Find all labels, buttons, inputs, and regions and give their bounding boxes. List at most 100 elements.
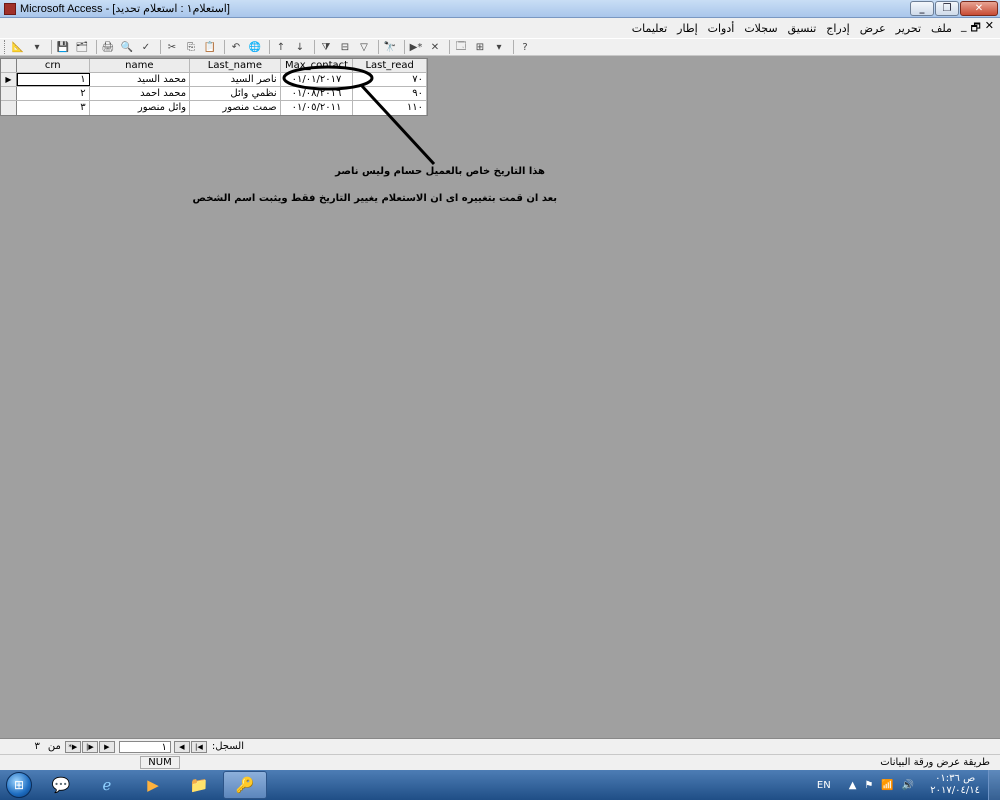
last-record-button[interactable]: ▶| [81, 740, 98, 753]
search-file-icon[interactable]: 🗂 [74, 40, 90, 54]
column-header-name[interactable]: name [90, 59, 191, 72]
start-button[interactable]: ⊞ [0, 770, 38, 800]
dropdown-arrow-icon[interactable]: ▾ [491, 40, 507, 54]
record-total: ٣ [34, 741, 40, 752]
column-header-last-name[interactable]: Last_name [190, 59, 281, 72]
view-icon[interactable]: 📐 [10, 40, 26, 54]
print-icon[interactable]: 🖨 [100, 40, 116, 54]
record-of-label: من [47, 741, 61, 752]
save-icon[interactable]: 💾 [55, 40, 71, 54]
current-record-indicator-icon[interactable]: ▶ [1, 73, 17, 86]
previous-record-button[interactable]: ◀ [173, 740, 190, 753]
new-object-icon[interactable]: ⊞ [472, 40, 488, 54]
annotation-note-2: بعد ان قمت بتغييره اى ان الاستعلام يغيير… [192, 193, 557, 204]
menu-format[interactable]: تنسيق [783, 22, 822, 35]
toolbar-separator [449, 40, 450, 54]
select-all-cell[interactable] [1, 59, 17, 72]
folder-taskbar-icon[interactable]: 📁 [177, 771, 221, 799]
table-row: ▶ ١ محمد السيد ناصر السيد ٠١/٠١/٢٠١٧ ٧٠ [1, 73, 427, 87]
language-indicator[interactable]: EN [817, 780, 831, 791]
access-taskbar-icon[interactable]: 🔑 [223, 771, 267, 799]
window-title: Microsoft Access - [استعلام١ : استعلام ت… [20, 3, 230, 15]
new-record-button[interactable]: ▶* [64, 740, 81, 753]
record-selector[interactable] [1, 87, 17, 100]
next-record-button[interactable]: ▶ [98, 740, 115, 753]
access-app-icon [4, 2, 16, 15]
toolbar-separator [269, 40, 270, 54]
print-preview-icon[interactable]: 🔍 [119, 40, 135, 54]
cell-crn[interactable]: ١ [16, 73, 90, 86]
apply-filter-icon[interactable]: ▽ [356, 40, 372, 54]
help-icon[interactable]: ? [517, 40, 533, 54]
volume-icon[interactable]: 🔊 [902, 780, 914, 791]
record-selector[interactable] [1, 101, 17, 115]
minimize-button[interactable]: _ [910, 1, 934, 16]
restore-button[interactable]: ❐ [935, 1, 959, 16]
first-record-button[interactable]: ◀| [190, 740, 207, 753]
delete-record-icon[interactable]: ✕ [427, 40, 443, 54]
filter-by-form-icon[interactable]: ⊟ [337, 40, 353, 54]
paste-icon[interactable]: 📋 [202, 40, 218, 54]
undo-icon[interactable]: ↶ [228, 40, 244, 54]
find-icon[interactable]: 🔭 [382, 40, 398, 54]
cell-last-read[interactable]: ١١٠ [353, 101, 427, 115]
header-row: crn name Last_name Max_contact Last_read [1, 59, 427, 73]
menu-file[interactable]: ملف [926, 22, 957, 35]
network-icon[interactable]: 📶 [881, 780, 893, 791]
num-lock-indicator: NUM [140, 756, 180, 769]
media-player-taskbar-icon[interactable]: ▶ [131, 771, 175, 799]
menu-view[interactable]: عرض [855, 22, 891, 35]
filter-by-selection-icon[interactable]: ⧩ [318, 40, 334, 54]
cell-last-name[interactable]: صمت منصور [190, 101, 281, 115]
menu-window[interactable]: إطار [672, 22, 702, 35]
document-window-controls: ✕ 🗗 _ [961, 19, 994, 38]
clock[interactable]: ص ٠١:٣٦ ٢٠١٧/٠٤/١٤ [930, 773, 980, 797]
sort-descending-icon[interactable]: ↓ [292, 40, 308, 54]
internet-explorer-taskbar-icon[interactable]: ℯ [85, 771, 129, 799]
toolbar-grip[interactable] [4, 40, 7, 54]
doc-minimize-icon[interactable]: _ [961, 19, 967, 38]
column-header-crn[interactable]: crn [17, 59, 90, 72]
cell-max-contact[interactable]: ٠١/٠١/٢٠١٧ [281, 73, 354, 86]
cell-last-read[interactable]: ٧٠ [353, 73, 427, 86]
status-text: طريقة عرض ورقة البيانات [880, 757, 990, 768]
show-hidden-icons-icon[interactable]: ▲ [849, 780, 857, 791]
current-record-field[interactable]: ١ [118, 740, 171, 753]
action-center-icon[interactable]: ⚑ [864, 780, 873, 791]
cell-last-name[interactable]: نظمي وائل [190, 87, 281, 100]
cell-last-name[interactable]: ناصر السيد [190, 73, 281, 86]
cell-name[interactable]: محمد السيد [90, 73, 191, 86]
datasheet-grid: crn name Last_name Max_contact Last_read… [0, 58, 428, 116]
column-header-last-read[interactable]: Last_read [353, 59, 427, 72]
cell-name[interactable]: وائل منصور [90, 101, 191, 115]
cell-max-contact[interactable]: ٠١/٠٥/٢٠١١ [281, 101, 354, 115]
column-header-max-contact[interactable]: Max_contact [281, 59, 354, 72]
cell-crn[interactable]: ٢ [17, 87, 90, 100]
cell-max-contact[interactable]: ٠١/٠٨/٢٠١٦ [281, 87, 354, 100]
sort-ascending-icon[interactable]: ↑ [273, 40, 289, 54]
doc-close-icon[interactable]: ✕ [985, 19, 994, 38]
show-desktop-button[interactable] [988, 770, 1000, 800]
menu-bar: ✕ 🗗 _ ملف تحرير عرض إدراج تنسيق سجلات أد… [0, 18, 1000, 38]
record-navigator: السجل: ◀| ◀ ١ ▶ ▶| ▶* من ٣ [0, 738, 1000, 754]
new-record-icon[interactable]: ▶* [408, 40, 424, 54]
doc-restore-icon[interactable]: 🗗 [970, 19, 980, 38]
menu-insert[interactable]: إدراج [821, 22, 854, 35]
copy-icon[interactable]: ⎘ [183, 40, 199, 54]
table-row: ٣ وائل منصور صمت منصور ٠١/٠٥/٢٠١١ ١١٠ [1, 101, 427, 115]
menu-tools[interactable]: أدوات [703, 22, 740, 35]
database-window-icon[interactable]: 🗔 [453, 40, 469, 54]
cell-name[interactable]: محمد احمد [90, 87, 191, 100]
cell-crn[interactable]: ٣ [17, 101, 90, 115]
menu-help[interactable]: تعليمات [627, 22, 672, 35]
spelling-icon[interactable]: ✓ [138, 40, 154, 54]
messenger-taskbar-icon[interactable]: 💬 [39, 771, 83, 799]
hyperlink-icon[interactable]: 🌐 [247, 40, 263, 54]
dropdown-arrow-icon[interactable]: ▾ [29, 40, 45, 54]
cell-last-read[interactable]: ٩٠ [353, 87, 427, 100]
menu-edit[interactable]: تحرير [891, 22, 926, 35]
cut-icon[interactable]: ✂ [164, 40, 180, 54]
toolbar-separator [51, 40, 52, 54]
close-button[interactable]: ✕ [960, 1, 998, 16]
menu-records[interactable]: سجلات [739, 22, 782, 35]
